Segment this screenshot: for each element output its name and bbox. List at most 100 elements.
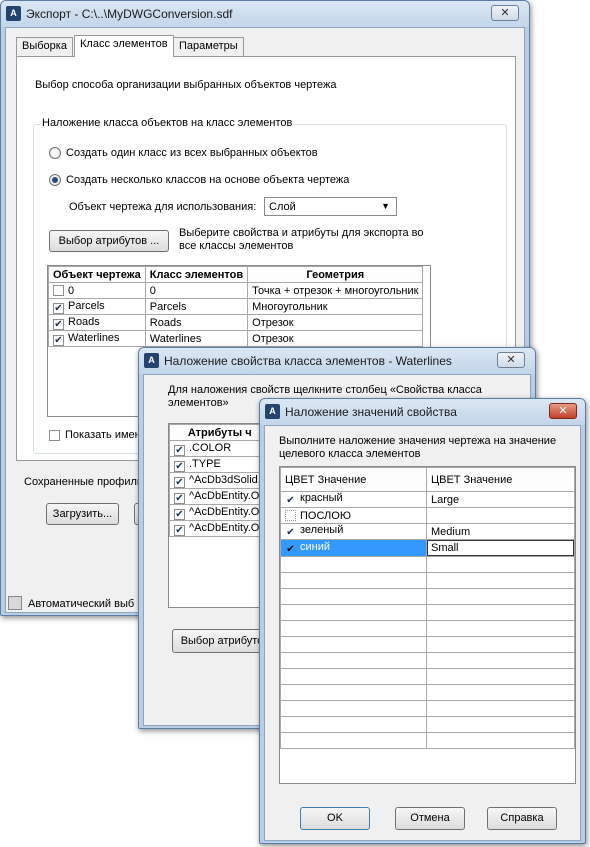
target-value[interactable]: Large — [426, 491, 575, 508]
empty-row — [280, 604, 575, 621]
table-row[interactable]: ПОСЛОЮ — [280, 507, 575, 524]
column-header-object[interactable]: Объект чертежа — [48, 266, 146, 283]
select-attributes-button[interactable]: Выбор атрибуто — [172, 629, 272, 653]
object-cell: Waterlines — [68, 331, 120, 344]
row-checkbox[interactable]: ✔ — [285, 544, 296, 556]
row-checkbox[interactable]: ✔ — [174, 444, 185, 456]
attribute-name: ^AcDbEntity.Ob — [189, 489, 266, 502]
tab-selection[interactable]: Выборка — [16, 37, 73, 56]
cancel-button[interactable]: Отмена — [395, 807, 465, 830]
close-icon[interactable]: ✕ — [497, 352, 525, 368]
target-value[interactable] — [426, 507, 575, 524]
auto-checkbox[interactable] — [8, 596, 22, 610]
empty-row — [280, 556, 575, 573]
export-title-bar[interactable]: A Экспорт - C:\..\MyDWGConversion.sdf ✕ — [1, 1, 529, 27]
empty-row — [280, 716, 575, 733]
panel-description: Выбор способа организации выбранных объе… — [35, 79, 337, 91]
target-value[interactable]: Medium — [426, 523, 575, 540]
object-cell: 0 — [68, 284, 75, 297]
column-header-class[interactable]: Класс элементов — [144, 266, 249, 283]
table-row[interactable]: ✔ Roads Roads Отрезок — [48, 314, 424, 331]
column-header-attributes[interactable]: Атрибуты ч — [168, 424, 271, 441]
attribute-name: .COLOR — [189, 441, 232, 454]
attribute-name: .TYPE — [189, 457, 221, 470]
row-checkbox[interactable]: ✔ — [285, 528, 296, 539]
source-value: зеленый — [300, 524, 344, 537]
table-row[interactable]: ✔ Waterlines Waterlines Отрезок — [48, 330, 424, 347]
geometry-cell[interactable]: Отрезок — [247, 330, 424, 347]
tab-feature-class[interactable]: Класс элементов — [74, 35, 174, 57]
select-attributes-button[interactable]: Выбор атрибутов ... — [49, 230, 169, 252]
empty-row — [280, 732, 575, 749]
row-checkbox[interactable]: ✔ — [174, 460, 185, 472]
attribute-row[interactable]: ✔ ^AcDb3dSolid.I — [168, 472, 271, 489]
select-attributes-hint: Выберите свойства и атрибуты для экспорт… — [179, 227, 424, 252]
row-checkbox[interactable]: ✔ — [285, 496, 296, 507]
column-header-target-value[interactable]: ЦВЕТ Значение — [426, 467, 575, 492]
empty-row — [280, 700, 575, 717]
radio-multiple-classes-label: Создать несколько классов на основе объе… — [66, 174, 350, 186]
value-window-title: Наложение значений свойства — [285, 405, 457, 419]
table-row[interactable]: ✔ красный Large — [280, 491, 575, 508]
attribute-name: ^AcDbEntity.Ob — [189, 505, 266, 518]
object-to-use-value: Слой — [269, 201, 296, 213]
class-cell[interactable]: Roads — [144, 314, 249, 331]
object-to-use-select[interactable]: Слой ▼ — [264, 197, 397, 216]
row-checkbox[interactable]: ✔ — [174, 508, 185, 520]
row-checkbox[interactable]: ✔ — [174, 492, 185, 504]
source-value: красный — [300, 492, 343, 505]
column-header-source-value[interactable]: ЦВЕТ Значение — [280, 467, 427, 492]
value-mapping-table: ЦВЕТ Значение ЦВЕТ Значение ✔ красный Lar… — [279, 466, 576, 784]
attribute-row[interactable]: ✔ ^AcDbEntity.Ob — [168, 488, 271, 505]
object-cell: Roads — [68, 315, 100, 328]
empty-row — [280, 636, 575, 653]
group-title: Наложение класса объектов на класс элеме… — [40, 117, 295, 129]
row-checkbox[interactable] — [53, 284, 64, 296]
radio-single-class-label: Создать один класс из всех выбранных объ… — [66, 147, 318, 159]
target-value-input[interactable]: Small — [427, 540, 574, 556]
export-window-title: Экспорт - C:\..\MyDWGConversion.sdf — [26, 7, 233, 21]
close-icon[interactable]: ✕ — [491, 5, 519, 21]
attributes-table: Атрибуты ч ✔ .COLOR ✔ .TYPE ✔ ^AcDb3dSolid.… — [168, 423, 271, 608]
load-profile-button[interactable]: Загрузить... — [46, 503, 119, 525]
show-names-checkbox[interactable] — [49, 430, 60, 441]
geometry-cell[interactable]: Отрезок — [247, 314, 424, 331]
saved-profiles-label: Сохраненные профили — [24, 476, 144, 488]
row-checkbox[interactable]: ✔ — [174, 524, 185, 536]
row-checkbox[interactable]: ✔ — [53, 302, 64, 314]
row-checkbox[interactable]: ✔ — [53, 334, 64, 346]
column-header-geometry[interactable]: Геометрия — [247, 266, 424, 283]
attribute-row[interactable]: ✔ ^AcDbEntity.Ob — [168, 504, 271, 521]
tab-options[interactable]: Параметры — [173, 37, 244, 56]
row-checkbox[interactable]: ✔ — [53, 318, 64, 330]
table-row-selected[interactable]: ✔ синий Small — [280, 539, 575, 557]
close-icon[interactable]: ✕ — [549, 403, 577, 419]
autocad-logo-icon: A — [144, 353, 159, 368]
radio-single-class[interactable] — [49, 147, 61, 159]
table-row[interactable]: 0 0 Точка + отрезок + многоугольник — [48, 282, 424, 299]
mapping-title-bar[interactable]: A Наложение свойства класса элементов - … — [139, 348, 535, 374]
empty-row — [280, 620, 575, 637]
attribute-row[interactable]: ✔ .COLOR — [168, 440, 271, 457]
radio-multiple-classes[interactable] — [49, 174, 61, 186]
class-cell[interactable]: 0 — [144, 282, 249, 299]
class-cell[interactable]: Waterlines — [144, 330, 249, 347]
row-checkbox[interactable]: ✔ — [174, 476, 185, 488]
attribute-row[interactable]: ✔ ^AcDbEntity.Ob — [168, 520, 271, 537]
class-cell[interactable]: Parcels — [144, 298, 249, 315]
attribute-row[interactable]: ✔ .TYPE — [168, 456, 271, 473]
help-button[interactable]: Справка — [487, 807, 557, 830]
ok-button[interactable]: OK — [300, 807, 370, 830]
empty-row — [280, 588, 575, 605]
value-mapping-window: A Наложение значений свойства ✕ Выполнит… — [259, 398, 586, 844]
table-row[interactable]: ✔ Parcels Parcels Многоугольник — [48, 298, 424, 315]
row-checkbox[interactable] — [285, 509, 296, 521]
value-title-bar[interactable]: A Наложение значений свойства ✕ — [260, 399, 585, 425]
show-names-label: Показать имена — [65, 429, 147, 441]
geometry-cell[interactable]: Многоугольник — [247, 298, 424, 315]
value-instruction: Выполните наложение значения чертежа на … — [279, 435, 557, 460]
attribute-name: ^AcDbEntity.Ob — [189, 521, 266, 534]
attribute-name: ^AcDb3dSolid.I — [189, 473, 264, 486]
geometry-cell[interactable]: Точка + отрезок + многоугольник — [247, 282, 424, 299]
table-row[interactable]: ✔ зеленый Medium — [280, 523, 575, 540]
